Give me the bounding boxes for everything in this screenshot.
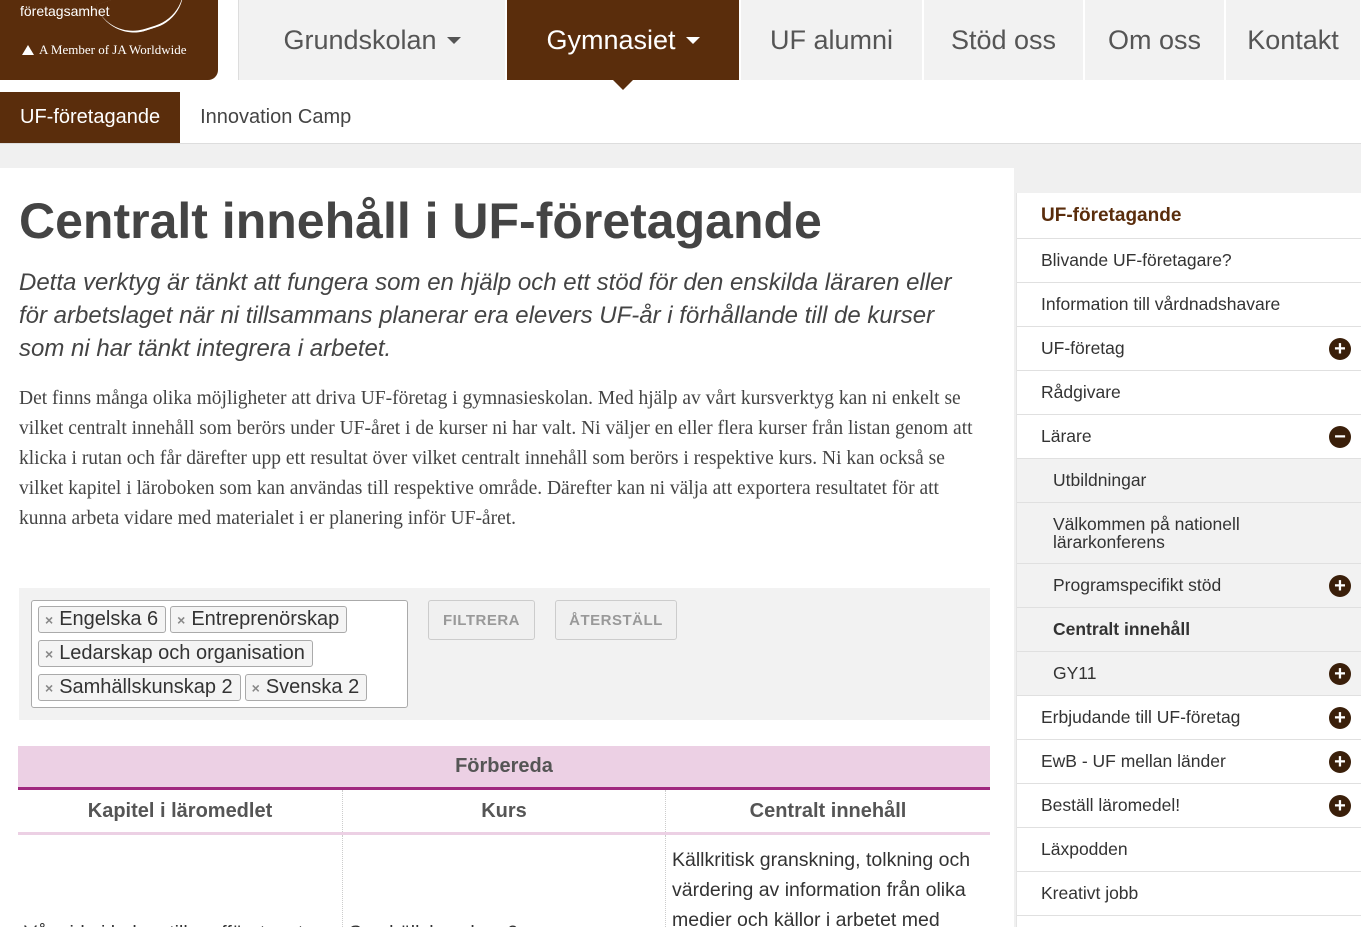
- lead-paragraph: Detta verktyg är tänkt att fungera som e…: [19, 269, 952, 362]
- selected-course-tag: × Engelska 6: [38, 606, 167, 633]
- sidebar-item-label: Utbildningar: [1053, 470, 1147, 490]
- tag-label: Ledarskap och organisation: [59, 642, 305, 664]
- nav-item-grundskolan[interactable]: Grundskolan: [239, 0, 507, 80]
- sidebar-item-label: Kreativt jobb: [1041, 883, 1139, 903]
- logo-tagline: A Member of JA Worldwide: [22, 42, 186, 58]
- sidebar-item-label: UF-företagande: [1041, 204, 1182, 226]
- caret-down-icon: [685, 36, 700, 44]
- caret-down-icon: [446, 36, 461, 44]
- sidebar-item-label: Välkommen på nationell lärarkonferens: [1053, 514, 1240, 552]
- nav-item-om-oss[interactable]: Om oss: [1085, 0, 1226, 80]
- subnav-item-uf-foretagande[interactable]: UF-företagande: [0, 92, 181, 143]
- sidebar-item-bestall-laromedel[interactable]: Beställ läromedel! +: [1017, 784, 1361, 828]
- sidebar-item-label: Erbjudande till UF-företag: [1041, 707, 1241, 727]
- section-header: Förbereda: [18, 746, 990, 790]
- sidebar-item-gy11[interactable]: GY11 +: [1017, 652, 1361, 696]
- sidebar-item-uf-foretagande[interactable]: UF-företagande: [1017, 193, 1361, 239]
- sidebar-item-label: Beställ läromedel!: [1041, 795, 1181, 815]
- sub-navigation: UF-företagande Innovation Camp: [0, 92, 1361, 144]
- sidebar-item-label: Centralt innehåll: [1053, 619, 1191, 639]
- expand-plus-icon[interactable]: +: [1329, 706, 1351, 729]
- nav-item-label: Kontakt: [1247, 24, 1339, 55]
- section-sidebar: UF-företagande Blivande UF-företagare? I…: [1016, 193, 1361, 927]
- cell-central-content: Källkritisk granskning, tolkning och vär…: [672, 849, 971, 927]
- sidebar-item-label: GY11: [1053, 663, 1097, 683]
- remove-tag-icon[interactable]: ×: [45, 646, 53, 662]
- subnav-item-innovation-camp[interactable]: Innovation Camp: [180, 92, 371, 143]
- sidebar-item-utbildningar[interactable]: Utbildningar: [1017, 459, 1361, 503]
- remove-tag-icon[interactable]: ×: [252, 680, 260, 696]
- filter-button[interactable]: FILTRERA: [428, 600, 535, 640]
- nav-item-label: Stöd oss: [950, 24, 1057, 55]
- cell-chapter-text: Vår sida i boken till grafföretaget: [24, 918, 303, 927]
- main-navigation: Grundskolan Gymnasiet UF alumni Stöd oss…: [238, 0, 1361, 90]
- sidebar-item-centralt-innehall[interactable]: Centralt innehåll: [1017, 608, 1361, 652]
- column-header-content: Centralt innehåll: [749, 799, 907, 822]
- body-paragraph: Det finns många olika möjligheter att dr…: [19, 388, 973, 529]
- sidebar-item-ewb[interactable]: EwB - UF mellan länder +: [1017, 740, 1361, 784]
- expand-plus-icon[interactable]: +: [1329, 750, 1351, 773]
- logo-swoosh-icon: [96, 0, 194, 43]
- reset-button[interactable]: ÅTERSTÄLL: [555, 600, 677, 640]
- sidebar-item-label: Läxpodden: [1041, 839, 1128, 859]
- sidebar-item-programspecifikt[interactable]: Programspecifikt stöd +: [1017, 564, 1361, 608]
- column-header-chapter: Kapitel i läromedlet: [18, 790, 343, 832]
- logo-tagline-text: A Member of JA Worldwide: [39, 42, 187, 57]
- main-content: Centralt innehåll i UF-företagande Detta…: [0, 168, 1014, 927]
- expand-plus-icon[interactable]: +: [1329, 574, 1351, 597]
- column-header-course: Kurs: [343, 790, 666, 832]
- tag-label: Entreprenörskap: [191, 608, 340, 630]
- selected-course-tag: × Ledarskap och organisation: [38, 640, 313, 667]
- course-multiselect[interactable]: × Engelska 6 × Entreprenörskap × Ledarskap o…: [31, 600, 408, 708]
- tag-label: Engelska 6: [59, 608, 159, 630]
- collapse-minus-icon[interactable]: −: [1329, 425, 1351, 448]
- sidebar-item-larare[interactable]: Lärare −: [1017, 415, 1361, 459]
- active-pointer-icon: [613, 80, 633, 90]
- nav-item-stod-oss[interactable]: Stöd oss: [924, 0, 1085, 80]
- table-row: Vår sida i boken till grafföretaget Samh…: [18, 835, 990, 927]
- sidebar-item-kreativt-jobb[interactable]: Kreativt jobb: [1017, 872, 1361, 916]
- sidebar-item-label: Programspecifikt stöd: [1053, 575, 1222, 595]
- remove-tag-icon[interactable]: ×: [45, 612, 53, 628]
- expand-plus-icon[interactable]: +: [1329, 794, 1351, 817]
- sidebar-item-lararkonferens[interactable]: Välkommen på nationell lärarkonferens: [1017, 503, 1361, 564]
- nav-item-gymnasiet[interactable]: Gymnasiet: [507, 0, 741, 90]
- remove-tag-icon[interactable]: ×: [45, 680, 53, 696]
- tag-label: Svenska 2: [265, 676, 360, 698]
- expand-plus-icon[interactable]: +: [1329, 662, 1351, 685]
- cell-chapter: Vår sida i boken till grafföretaget: [18, 835, 343, 927]
- sidebar-item-label: Rådgivare: [1041, 382, 1121, 402]
- page-title: Centralt innehåll i UF-företagande: [19, 193, 822, 249]
- sidebar-item-uf-foretag[interactable]: UF-företag +: [1017, 327, 1361, 371]
- nav-item-label: Grundskolan: [283, 24, 437, 55]
- nav-item-label: Om oss: [1107, 24, 1201, 55]
- sidebar-item-label: Information till vårdnadshavare: [1041, 294, 1281, 314]
- sidebar-item-radgivare[interactable]: Rådgivare: [1017, 371, 1361, 415]
- sidebar-item-laxpodden[interactable]: Läxpodden: [1017, 828, 1361, 872]
- course-filter: × Engelska 6 × Entreprenörskap × Ledarskap o…: [19, 588, 990, 720]
- selected-course-tag: × Samhällskunskap 2: [38, 674, 241, 701]
- sidebar-item-blivande[interactable]: Blivande UF-företagare?: [1017, 239, 1361, 283]
- nav-item-uf-alumni[interactable]: UF alumni: [741, 0, 924, 80]
- remove-tag-icon[interactable]: ×: [177, 612, 185, 628]
- sidebar-item-vardnadshavare[interactable]: Information till vårdnadshavare: [1017, 283, 1361, 327]
- selected-course-tag: × Svenska 2: [244, 674, 368, 701]
- ja-triangle-icon: [22, 45, 34, 55]
- sidebar-item-label: EwB - UF mellan länder: [1041, 751, 1226, 771]
- expand-plus-icon[interactable]: +: [1329, 337, 1351, 360]
- selected-course-tag: × Entreprenörskap: [170, 606, 348, 633]
- tag-label: Samhällskunskap 2: [59, 676, 233, 698]
- nav-item-kontakt[interactable]: Kontakt: [1226, 0, 1361, 80]
- sidebar-item-label: Lärare: [1041, 426, 1092, 446]
- table-column-headers: Kapitel i läromedlet Kurs Centralt inneh…: [18, 790, 990, 835]
- cell-course-text: Samhällskunskap 2: [349, 918, 518, 927]
- sidebar-item-label: Blivande UF-företagare?: [1041, 250, 1232, 270]
- site-logo[interactable]: företagsamhet A Member of JA Worldwide: [0, 0, 218, 80]
- cell-course: Samhällskunskap 2: [343, 835, 666, 927]
- sidebar-item-erbjudande[interactable]: Erbjudande till UF-företag +: [1017, 696, 1361, 740]
- nav-item-label: Gymnasiet: [546, 24, 676, 55]
- sidebar-item-label: UF-företag: [1041, 338, 1125, 358]
- site-header: företagsamhet A Member of JA Worldwide G…: [0, 0, 1361, 92]
- nav-item-label: UF alumni: [769, 24, 894, 55]
